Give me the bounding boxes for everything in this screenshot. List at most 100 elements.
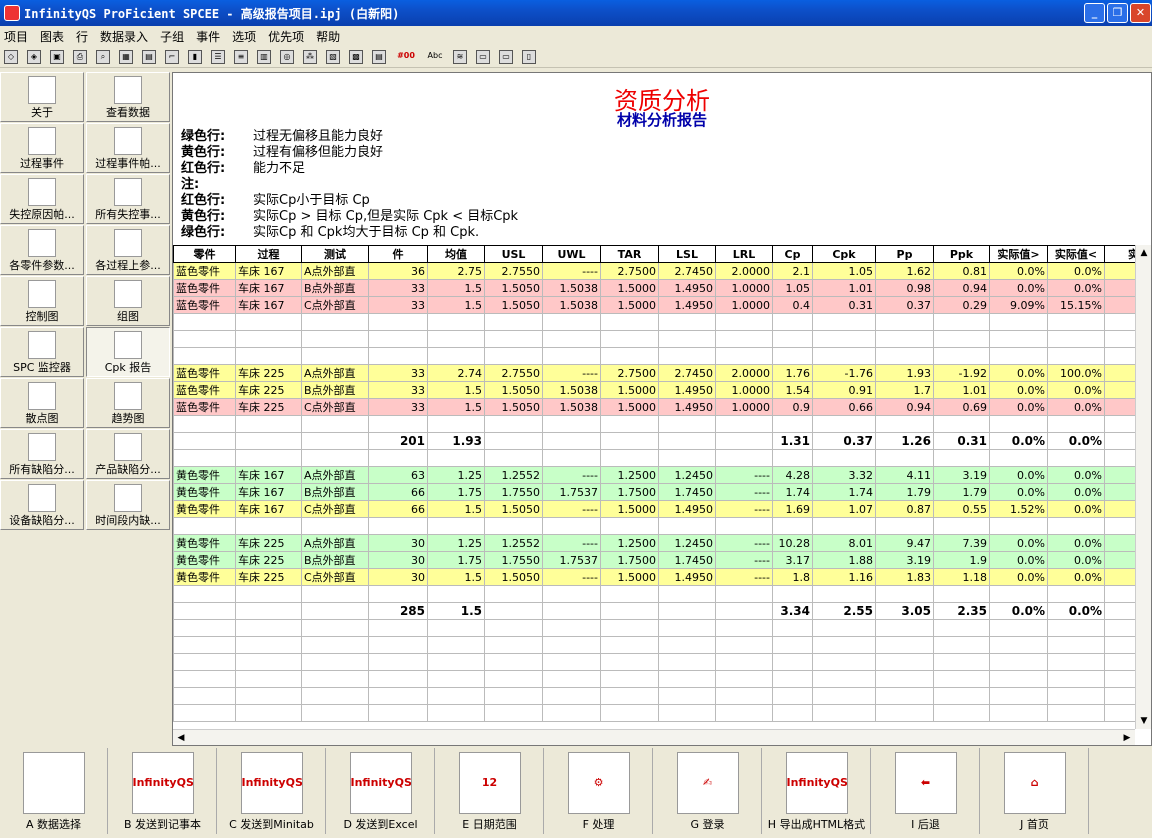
scroll-right-icon[interactable]: ▶ — [1119, 730, 1135, 746]
scroll-down-icon[interactable]: ▼ — [1136, 713, 1152, 729]
table-row[interactable] — [173, 347, 1135, 365]
table-row[interactable] — [173, 636, 1135, 654]
report-button[interactable]: 过程事件 — [0, 123, 84, 173]
chart-icon[interactable]: ⌐ — [165, 49, 179, 64]
table-row[interactable] — [173, 415, 1135, 433]
toolbar-icon[interactable]: ◈ — [27, 49, 41, 64]
column-header[interactable]: Cpk — [812, 245, 876, 263]
action-button[interactable]: A 数据选择 — [0, 748, 108, 834]
action-button[interactable]: 12 E 日期范围 — [436, 748, 544, 834]
print-icon[interactable]: ⎙ — [73, 49, 87, 64]
report-button[interactable]: 查看数据 — [86, 72, 170, 122]
report-button[interactable]: 设备缺陷分... — [0, 480, 84, 530]
column-header[interactable]: 零件 — [173, 245, 236, 263]
action-button[interactable]: InfinityQS B 发送到记事本 — [109, 748, 217, 834]
table-row[interactable]: 蓝色零件 车床 225 C点外部直 33 1.5 1.5050 1.5038 1.5000 1.… — [173, 398, 1135, 416]
table-row[interactable]: 黄色零件 车床 225 B点外部直 30 1.75 1.7550 1.7537 1.7500 1… — [173, 551, 1135, 569]
table-row[interactable] — [173, 313, 1135, 331]
table-row[interactable]: 蓝色零件 车床 225 B点外部直 33 1.5 1.5050 1.5038 1.5000 1.… — [173, 381, 1135, 399]
menu-item[interactable]: 帮助 — [316, 28, 340, 45]
report-button[interactable]: 组图 — [86, 276, 170, 326]
table-icon[interactable]: ▦ — [119, 49, 133, 64]
action-button[interactable]: ✍ G 登录 — [654, 748, 762, 834]
report-button[interactable]: 过程事件帕... — [86, 123, 170, 173]
text-format-icon[interactable]: Abc — [426, 50, 444, 64]
table-row[interactable]: 黄色零件 车床 167 B点外部直 66 1.75 1.7550 1.7537 1.7500 1… — [173, 483, 1135, 501]
chart-icon[interactable]: ☰ — [211, 49, 225, 64]
table-row[interactable]: 黄色零件 车床 167 A点外部直 63 1.25 1.2552 ---- 1.2500 1.2… — [173, 466, 1135, 484]
search-icon[interactable]: ⌕ — [96, 49, 110, 64]
column-header[interactable]: Ppk — [933, 245, 990, 263]
scroll-left-icon[interactable]: ◀ — [173, 730, 189, 746]
table-row[interactable] — [173, 653, 1135, 671]
report-button[interactable]: 关于 — [0, 72, 84, 122]
report-button[interactable]: 趋势图 — [86, 378, 170, 428]
grid-icon[interactable]: ▤ — [142, 49, 156, 64]
table-row[interactable]: 蓝色零件 车床 225 A点外部直 33 2.74 2.7550 ---- 2.7500 2.7… — [173, 364, 1135, 382]
column-header[interactable]: 件 — [368, 245, 428, 263]
histogram-icon[interactable]: ▮ — [188, 49, 202, 64]
table-row[interactable]: 蓝色零件 车床 167 B点外部直 33 1.5 1.5050 1.5038 1.5000 1.… — [173, 279, 1135, 297]
chart-icon[interactable]: ▥ — [257, 49, 271, 64]
vertical-scrollbar[interactable]: ▲ ▼ — [1135, 245, 1151, 729]
report-button[interactable]: 各零件参数... — [0, 225, 84, 275]
table-row[interactable] — [173, 449, 1135, 467]
column-header[interactable]: 均值 — [427, 245, 485, 263]
report-button[interactable]: 散点图 — [0, 378, 84, 428]
menu-item[interactable]: 图表 — [40, 28, 64, 45]
table-row[interactable]: 2011.931.310.371.260.310.0%0.0%( — [173, 432, 1135, 450]
column-header[interactable]: 实际值> — [989, 245, 1048, 263]
close-button[interactable]: ✕ — [1130, 3, 1151, 23]
maximize-button[interactable]: ❐ — [1107, 3, 1128, 23]
table-row[interactable]: 蓝色零件 车床 167 C点外部直 33 1.5 1.5050 1.5038 1.5000 1.… — [173, 296, 1135, 314]
chart-icon[interactable]: ≋ — [453, 49, 467, 64]
menu-item[interactable]: 子组 — [160, 28, 184, 45]
table-row[interactable] — [173, 670, 1135, 688]
table-icon[interactable]: ▩ — [349, 49, 363, 64]
action-button[interactable]: InfinityQS D 发送到Excel — [327, 748, 435, 834]
table-row[interactable]: 黄色零件 车床 167 C点外部直 66 1.5 1.5050 ---- 1.5000 1.49… — [173, 500, 1135, 518]
table-row[interactable] — [173, 619, 1135, 637]
menu-item[interactable]: 数据录入 — [100, 28, 148, 45]
column-header[interactable]: 实际值< — [1047, 245, 1105, 263]
action-button[interactable]: ⬅ I 后退 — [872, 748, 980, 834]
number-format-icon[interactable]: #00 — [395, 50, 417, 64]
menu-item[interactable]: 优先项 — [268, 28, 304, 45]
horizontal-scrollbar[interactable]: ◀ ▶ — [173, 729, 1135, 745]
scroll-up-icon[interactable]: ▲ — [1136, 245, 1152, 261]
menu-item[interactable]: 行 — [76, 28, 88, 45]
table-row[interactable] — [173, 517, 1135, 535]
column-header[interactable]: TAR — [600, 245, 659, 263]
menu-item[interactable]: 选项 — [232, 28, 256, 45]
report-button[interactable]: SPC 监控器 — [0, 327, 84, 377]
action-button[interactable]: InfinityQS H 导出成HTML格式 — [763, 748, 871, 834]
table-row[interactable]: 黄色零件 车床 225 C点外部直 30 1.5 1.5050 ---- 1.5000 1.49… — [173, 568, 1135, 586]
action-button[interactable]: ⌂ J 首页 — [981, 748, 1089, 834]
report-button[interactable]: 各过程上参... — [86, 225, 170, 275]
action-button[interactable]: InfinityQS C 发送到Minitab — [218, 748, 326, 834]
report-button[interactable]: 失控原因帕... — [0, 174, 84, 224]
report-button[interactable]: 时间段内缺... — [86, 480, 170, 530]
column-header[interactable]: Pp — [875, 245, 934, 263]
toolbar-icon[interactable]: ◇ — [4, 49, 18, 64]
table-row[interactable] — [173, 704, 1135, 722]
target-icon[interactable]: ◎ — [280, 49, 294, 64]
column-header[interactable]: LSL — [658, 245, 716, 263]
report-button[interactable]: 产品缺陷分... — [86, 429, 170, 479]
table-row[interactable]: 蓝色零件 车床 167 A点外部直 36 2.75 2.7550 ---- 2.7500 2.7… — [173, 262, 1135, 280]
column-header[interactable]: Cp — [772, 245, 813, 263]
report-button[interactable]: 所有失控事... — [86, 174, 170, 224]
report-button[interactable]: 控制图 — [0, 276, 84, 326]
menu-item[interactable]: 项目 — [4, 28, 28, 45]
layout-icon[interactable]: ▭ — [499, 49, 513, 64]
action-button[interactable]: ⚙ F 处理 — [545, 748, 653, 834]
menu-item[interactable]: 事件 — [196, 28, 220, 45]
layout-icon[interactable]: ▭ — [476, 49, 490, 64]
minimize-button[interactable]: _ — [1084, 3, 1105, 23]
layout-icon[interactable]: ▯ — [522, 49, 536, 64]
column-header[interactable]: UWL — [542, 245, 601, 263]
column-header[interactable]: USL — [484, 245, 543, 263]
table-row[interactable]: 2851.53.342.553.052.350.0%0.0%( — [173, 602, 1135, 620]
table-row[interactable] — [173, 687, 1135, 705]
report-button[interactable]: Cpk 报告 — [86, 327, 170, 377]
